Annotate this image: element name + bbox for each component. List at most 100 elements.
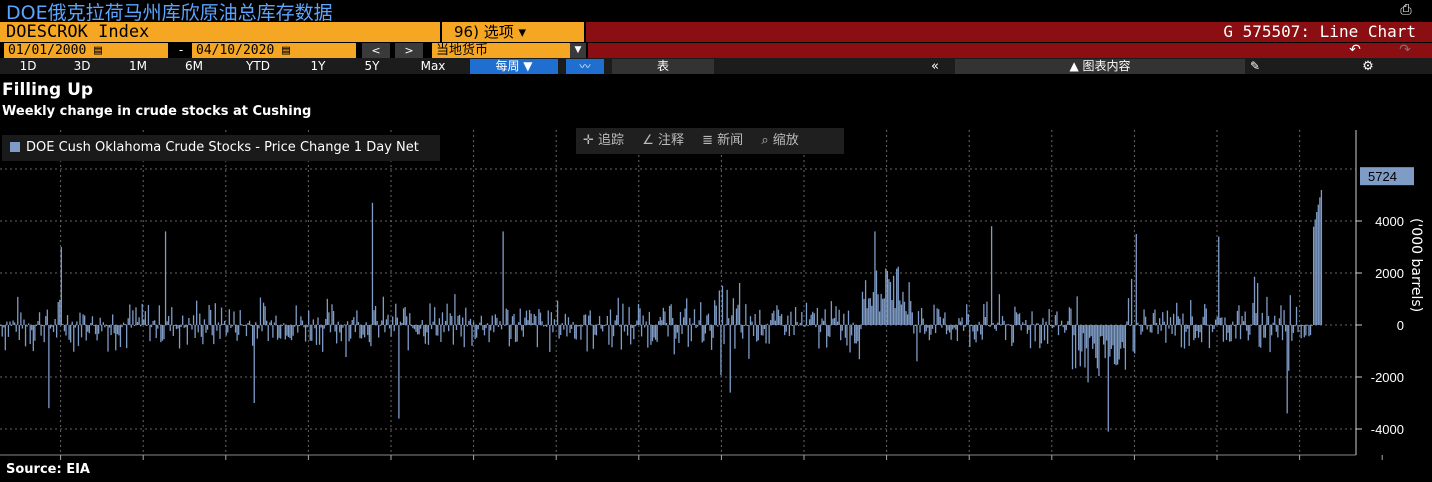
frequency-select[interactable]: 每周 ▼ — [470, 59, 558, 74]
line-chart-icon[interactable]: 〰 — [566, 59, 604, 74]
bar — [9, 321, 11, 325]
chevron-down-icon[interactable]: ▼ — [570, 43, 586, 58]
bar — [1260, 325, 1262, 348]
bar — [620, 325, 623, 350]
edit-icon[interactable]: ✎ — [1240, 59, 1270, 74]
undo-icon[interactable]: ↶ — [1340, 42, 1370, 58]
bar — [477, 325, 479, 330]
bar — [812, 311, 814, 325]
bar — [155, 325, 157, 339]
bar — [600, 325, 602, 329]
bar — [214, 303, 216, 325]
bar — [608, 325, 610, 345]
bar — [1289, 295, 1291, 325]
chart-plot[interactable]: -4000-2000020004000572420042005200620072… — [0, 125, 1432, 460]
chart-legend[interactable]: DOE Cush Oklahoma Crude Stocks - Price C… — [2, 135, 440, 161]
period-max[interactable]: Max — [408, 59, 458, 73]
table-button[interactable]: 表 — [612, 59, 714, 74]
bar — [533, 313, 535, 325]
bar — [780, 314, 783, 325]
bar — [874, 231, 876, 325]
bar — [367, 325, 369, 336]
bar — [913, 325, 915, 334]
bar — [700, 302, 702, 325]
bar — [37, 321, 39, 325]
period-1d[interactable]: 1D — [8, 59, 48, 73]
period-5y[interactable]: 5Y — [352, 59, 392, 73]
currency-select[interactable]: 当地货币 — [432, 43, 586, 58]
bar — [511, 316, 514, 325]
collapse-icon[interactable]: « — [920, 59, 950, 74]
zoom-tool[interactable]: ⌕ 缩放 — [754, 128, 805, 154]
bar — [356, 310, 358, 325]
bar — [1018, 313, 1021, 325]
bar — [1084, 325, 1086, 368]
bar — [68, 325, 70, 340]
bar — [728, 318, 730, 325]
bar — [437, 325, 439, 336]
chart-float-toolbar: ✛ 追踪 ∠ 注释 ≣ 新闻 ⌕ 缩放 — [576, 128, 844, 154]
bar — [989, 325, 991, 328]
export-icon[interactable]: ⎙ — [1396, 2, 1416, 20]
bar — [692, 323, 694, 325]
bar — [771, 313, 773, 325]
bar — [1132, 325, 1134, 352]
bar — [435, 325, 437, 336]
bar — [331, 304, 333, 325]
period-1m[interactable]: 1M — [118, 59, 158, 73]
bar — [1127, 298, 1130, 325]
redo-icon[interactable]: ↷ — [1390, 42, 1420, 58]
period-ytd[interactable]: YTD — [234, 59, 282, 73]
bar — [306, 325, 308, 328]
start-date-field[interactable]: 01/01/2000 ▤ — [4, 43, 168, 58]
bar — [121, 325, 123, 328]
bar — [301, 320, 304, 325]
period-3d[interactable]: 3D — [62, 59, 102, 73]
bar — [1188, 325, 1190, 346]
bar — [468, 320, 470, 325]
bar — [174, 325, 176, 326]
bar — [802, 325, 805, 326]
bar — [1232, 321, 1234, 325]
annotate-tool[interactable]: ∠ 注释 — [635, 128, 691, 154]
bar — [418, 325, 420, 335]
bar — [393, 325, 395, 332]
calendar-icon[interactable]: ▤ — [282, 43, 290, 58]
bar — [76, 321, 78, 325]
bar — [398, 325, 400, 419]
next-button[interactable]: > — [395, 43, 423, 58]
calendar-icon[interactable]: ▤ — [94, 43, 102, 58]
bar — [1059, 325, 1061, 326]
bar — [65, 325, 67, 336]
bar — [770, 320, 772, 325]
bar — [255, 322, 257, 325]
bar — [906, 314, 909, 325]
bar — [959, 321, 962, 325]
ticker-field[interactable]: DOESCROK Index — [0, 22, 440, 42]
prev-button[interactable]: < — [362, 43, 390, 58]
bar — [404, 307, 406, 325]
bar — [944, 312, 946, 325]
bar — [135, 307, 137, 325]
gear-icon[interactable]: ⚙ — [1356, 59, 1380, 74]
bar — [295, 305, 297, 325]
bar — [897, 266, 899, 325]
bar — [126, 325, 128, 349]
end-date-field[interactable]: 04/10/2020 ▤ — [192, 43, 356, 58]
bar — [287, 325, 290, 338]
bar — [379, 324, 381, 326]
options-button[interactable]: 96) 选项 ▾ — [442, 22, 584, 42]
bar — [332, 310, 335, 325]
chart-content-button[interactable]: ▲ 图表内容 — [955, 59, 1245, 74]
bar — [928, 325, 931, 341]
bar — [992, 323, 994, 325]
bar — [552, 325, 554, 333]
bar — [810, 314, 812, 325]
bar — [1065, 325, 1067, 331]
period-1y[interactable]: 1Y — [298, 59, 338, 73]
crosshair-tool[interactable]: ✛ 追踪 — [576, 128, 631, 154]
period-6m[interactable]: 6M — [174, 59, 214, 73]
news-tool[interactable]: ≣ 新闻 — [695, 128, 750, 154]
bar — [245, 325, 248, 337]
bar — [553, 319, 556, 325]
